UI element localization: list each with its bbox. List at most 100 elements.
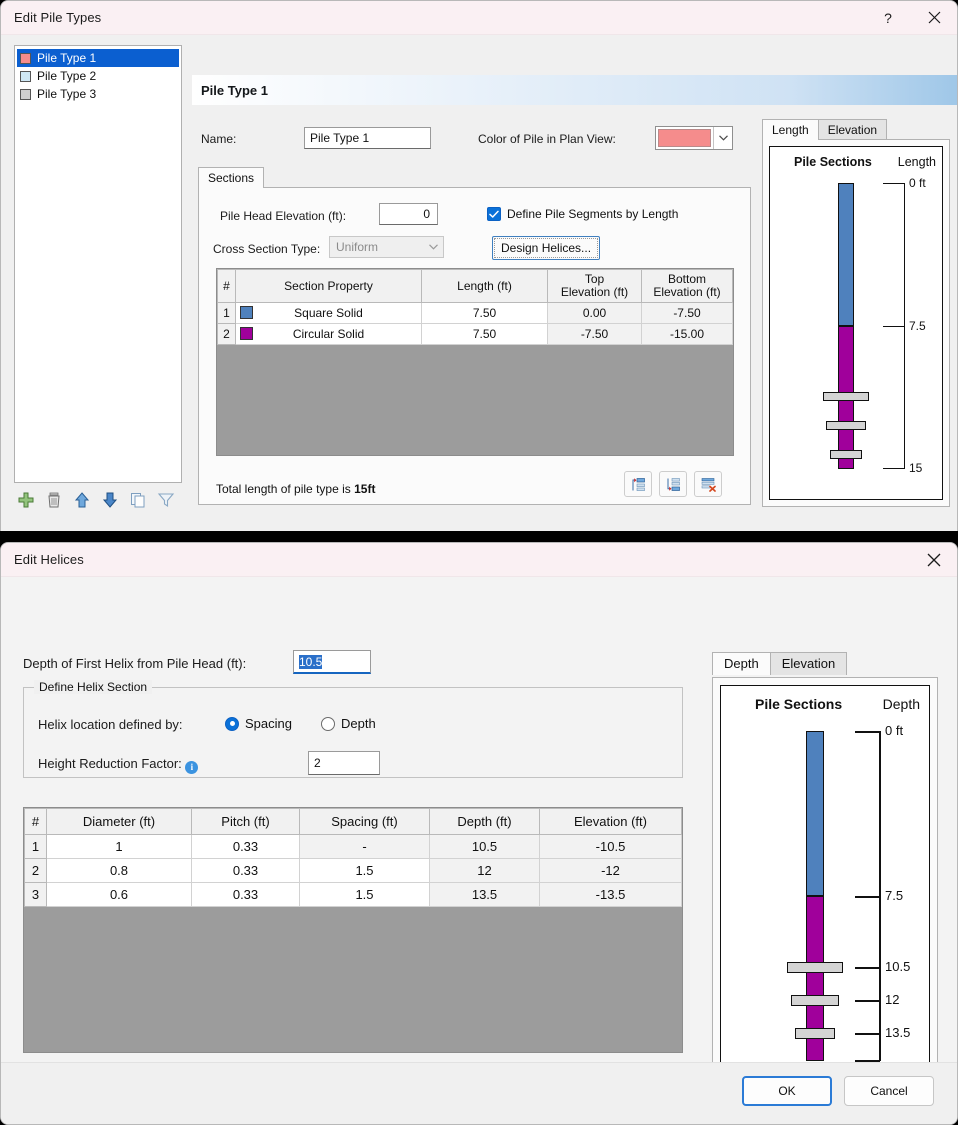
radio-spacing[interactable]: Spacing (225, 716, 292, 731)
pile-segment-square-solid (838, 183, 854, 326)
dialog-footer: OK Cancel (1, 1062, 957, 1124)
help-icon[interactable]: ? (865, 1, 911, 35)
cell-section-property-label: Circular Solid (292, 327, 365, 341)
helix-plate-2 (826, 421, 866, 430)
filter-icon[interactable] (157, 491, 175, 509)
helices-table[interactable]: # Diameter (ft) Pitch (ft) Spacing (ft) … (23, 807, 683, 1053)
tab-elevation[interactable]: Elevation (817, 119, 888, 140)
tabstrip: Sections (198, 167, 265, 188)
ok-button[interactable]: OK (742, 1076, 832, 1106)
depth-diagram-panel: Pile Sections Depth 0 ft 7.5 10.5 12 13.… (712, 677, 938, 1096)
axis-tick (883, 326, 905, 328)
delete-icon[interactable] (45, 491, 63, 509)
move-down-icon[interactable] (101, 491, 119, 509)
cell-length[interactable]: 7.50 (421, 302, 548, 324)
radio-spacing-label: Spacing (245, 716, 292, 731)
table-row[interactable]: 2 0.8 0.33 1.5 12 -12 (24, 858, 682, 883)
cell-section-property[interactable]: Square Solid (235, 302, 422, 324)
radio-depth-label: Depth (341, 716, 376, 731)
tab-depth[interactable]: Depth (712, 652, 771, 675)
edit-helices-window: Edit Helices Depth of First Helix from P… (0, 542, 958, 1125)
axis-tick-label: 12 (885, 992, 900, 1007)
cross-section-type-value: Uniform (336, 240, 379, 254)
col-pitch: Pitch (ft) (191, 808, 300, 835)
sections-table[interactable]: # Section Property Length (ft) Top Eleva… (216, 268, 734, 456)
info-icon[interactable]: i (185, 760, 199, 774)
sections-row-buttons (624, 471, 722, 497)
cell-pitch[interactable]: 0.33 (191, 858, 300, 883)
close-icon[interactable] (911, 1, 957, 35)
axis-tick-label: 13.5 (885, 1025, 911, 1040)
cell-spacing[interactable]: 1.5 (299, 882, 430, 907)
cancel-button[interactable]: Cancel (844, 1076, 934, 1106)
copy-icon[interactable] (129, 491, 147, 509)
axis-tick-label: 15 (909, 461, 923, 475)
name-input[interactable]: Pile Type 1 (304, 127, 431, 149)
cell-diameter[interactable]: 1 (46, 834, 192, 859)
list-item[interactable]: Pile Type 2 (17, 67, 179, 85)
col-index: # (24, 808, 47, 835)
cell-elevation: -10.5 (539, 834, 682, 859)
cell-spacing: - (299, 834, 430, 859)
design-helices-button[interactable]: Design Helices... (492, 236, 601, 260)
define-segments-by-length-checkbox[interactable]: Define Pile Segments by Length (487, 207, 678, 221)
table-row[interactable]: 3 0.6 0.33 1.5 13.5 -13.5 (24, 882, 682, 907)
depth-first-helix-input[interactable]: 10.5 (293, 650, 371, 674)
list-item-label: Pile Type 3 (37, 87, 97, 101)
cell-index: 3 (24, 882, 47, 907)
grid-empty-area (217, 345, 733, 455)
diagram-title: Pile Sections (755, 696, 843, 712)
table-row[interactable]: 2 Circular Solid 7.50 -7.50 -15.00 (217, 323, 733, 345)
section-color-swatch (240, 327, 253, 340)
height-reduction-factor-input[interactable]: 2 (308, 751, 380, 775)
helix-plate-3 (795, 1028, 835, 1039)
total-length-prefix: Total length of pile type is (216, 482, 355, 496)
cell-depth: 13.5 (429, 882, 540, 907)
close-icon[interactable] (911, 543, 957, 577)
cell-index: 2 (24, 858, 47, 883)
pile-segment-square-solid (806, 731, 824, 896)
color-combo[interactable] (655, 126, 733, 150)
list-item[interactable]: Pile Type 1 (17, 49, 179, 67)
diagram-title: Pile Sections (794, 155, 872, 169)
axis-tick-label: 10.5 (885, 959, 911, 974)
cross-section-type-select[interactable]: Uniform (329, 236, 444, 258)
add-icon[interactable] (17, 491, 35, 509)
col-top-elevation-line2: Elevation (ft) (560, 285, 629, 299)
pile-diagram: Pile Sections Depth 0 ft 7.5 10.5 12 13.… (720, 685, 930, 1088)
move-up-icon[interactable] (73, 491, 91, 509)
cell-depth: 12 (429, 858, 540, 883)
insert-row-above-icon[interactable] (624, 471, 652, 497)
insert-row-below-icon[interactable] (659, 471, 687, 497)
check-icon (487, 207, 501, 221)
list-item[interactable]: Pile Type 3 (17, 85, 179, 103)
cell-index: 1 (24, 834, 47, 859)
cell-section-property[interactable]: Circular Solid (235, 323, 422, 345)
pile-type-list[interactable]: Pile Type 1 Pile Type 2 Pile Type 3 (14, 45, 182, 483)
tab-elevation[interactable]: Elevation (769, 652, 848, 675)
table-row[interactable]: 1 1 0.33 - 10.5 -10.5 (24, 834, 682, 859)
axis-tick-label: 7.5 (885, 888, 904, 903)
helix-plate-1 (823, 392, 869, 401)
radio-depth[interactable]: Depth (321, 716, 376, 731)
caption-buttons (911, 543, 957, 576)
table-header-row: # Diameter (ft) Pitch (ft) Spacing (ft) … (24, 808, 682, 835)
axis-tick (855, 896, 880, 898)
pile-head-elevation-input[interactable]: 0 (379, 203, 438, 225)
cell-length[interactable]: 7.50 (421, 323, 548, 345)
cell-diameter[interactable]: 0.6 (46, 882, 192, 907)
cell-pitch[interactable]: 0.33 (191, 882, 300, 907)
table-row[interactable]: 1 Square Solid 7.50 0.00 -7.50 (217, 302, 733, 324)
color-swatch (20, 52, 31, 64)
grid-empty-area (24, 907, 682, 1047)
name-label: Name: (201, 132, 237, 146)
col-bottom-elevation-line1: Bottom (667, 272, 706, 286)
axis-tick-label: 0 ft (885, 723, 904, 738)
tab-sections[interactable]: Sections (198, 167, 265, 188)
axis-tick-label: 0 ft (909, 176, 926, 190)
cell-spacing[interactable]: 1.5 (299, 858, 430, 883)
cell-pitch[interactable]: 0.33 (191, 834, 300, 859)
cell-diameter[interactable]: 0.8 (46, 858, 192, 883)
delete-row-icon[interactable] (694, 471, 722, 497)
tab-length[interactable]: Length (762, 119, 819, 140)
